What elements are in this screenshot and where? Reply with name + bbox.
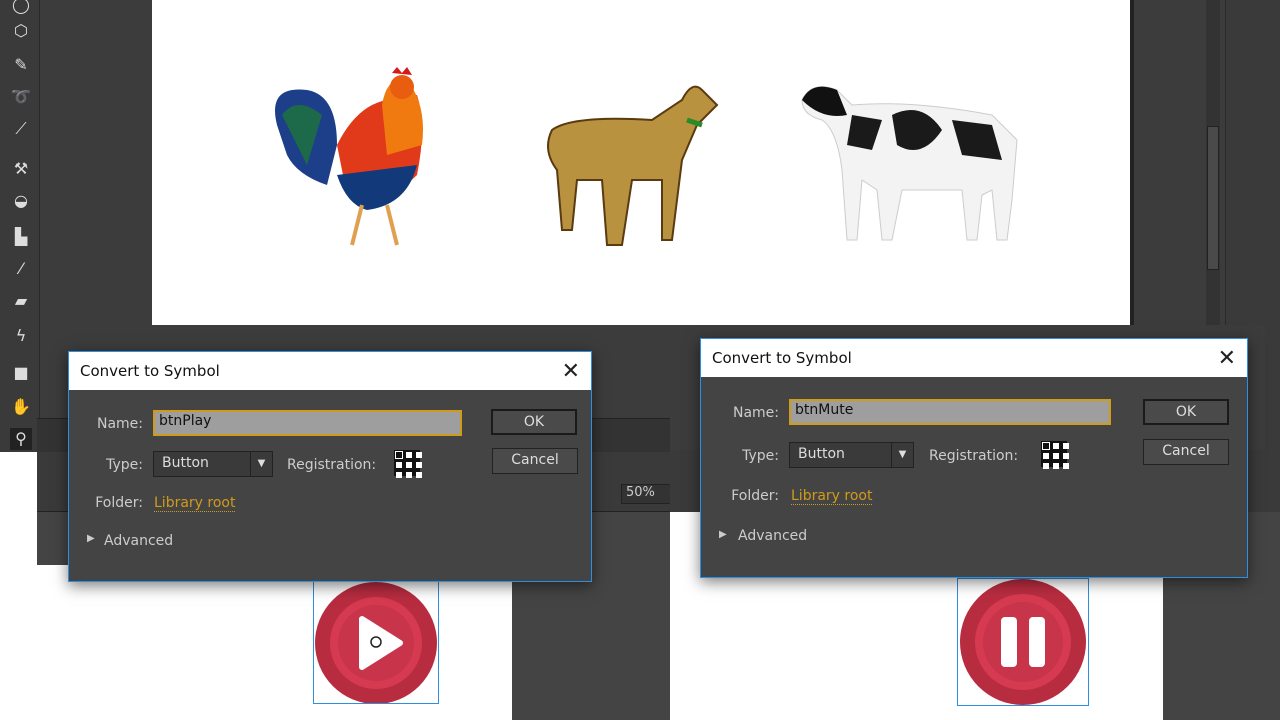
name-label: Name:: [96, 416, 143, 432]
close-icon[interactable]: ✕: [562, 359, 580, 384]
dialog-title: Convert to Symbol: [80, 362, 220, 380]
eraser-icon[interactable]: ▰: [10, 290, 32, 312]
rooster-image: [275, 67, 423, 246]
eyedropper-icon[interactable]: ⁄: [10, 258, 32, 280]
registration-grid[interactable]: [394, 450, 422, 478]
folder-label: Folder:: [731, 488, 779, 504]
bone-icon[interactable]: ⚒: [10, 158, 32, 180]
registration-label: Registration:: [929, 448, 1019, 464]
pause-icon: [960, 579, 1086, 705]
brush-icon[interactable]: ⟋: [10, 118, 32, 140]
zoom-icon[interactable]: ⚲: [10, 428, 32, 450]
type-select[interactable]: Button ▼: [153, 451, 273, 477]
advanced-toggle[interactable]: Advanced: [104, 533, 173, 549]
expand-triangle-icon[interactable]: ▶: [719, 529, 727, 540]
chevron-down-icon: ▼: [250, 452, 272, 476]
cancel-button[interactable]: Cancel: [1143, 439, 1229, 465]
convert-to-symbol-dialog-1: Convert to Symbol ✕ Name: btnPlay Type: …: [68, 351, 592, 582]
ok-button[interactable]: OK: [491, 409, 577, 435]
type-value: Button: [798, 446, 845, 462]
dialog-title-bar: Convert to Symbol ✕: [701, 339, 1247, 377]
advanced-toggle[interactable]: Advanced: [738, 528, 807, 544]
stage-artwork: [275, 67, 1018, 246]
name-input[interactable]: btnMute: [789, 399, 1111, 425]
name-input[interactable]: btnPlay: [153, 410, 462, 436]
type-label: Type:: [106, 457, 143, 473]
chevron-down-icon: ▼: [891, 443, 913, 467]
zoom-field[interactable]: 50%: [621, 484, 671, 504]
type-value: Button: [162, 455, 209, 471]
paint-bucket-icon[interactable]: ◒: [10, 190, 32, 212]
scrollbar-thumb[interactable]: [1207, 126, 1219, 270]
cow-image: [801, 86, 1018, 241]
pencil-icon[interactable]: ✎: [10, 54, 32, 76]
registration-grid[interactable]: [1041, 441, 1069, 469]
polystar-icon[interactable]: ⬡: [10, 20, 32, 42]
vertical-scrollbar[interactable]: [1206, 0, 1220, 325]
ink-bottle-icon[interactable]: ▙: [10, 226, 32, 248]
type-label: Type:: [742, 448, 779, 464]
pasteboard-right: [512, 565, 670, 720]
folder-link[interactable]: Library root: [791, 488, 873, 505]
convert-to-symbol-dialog-2: Convert to Symbol ✕ Name: btnMute Type: …: [700, 338, 1248, 578]
folder-label: Folder:: [95, 495, 143, 511]
hand-icon[interactable]: ✋: [10, 396, 32, 418]
play-button-symbol[interactable]: [313, 580, 439, 704]
mute-button-symbol[interactable]: [957, 578, 1089, 706]
ok-button[interactable]: OK: [1143, 399, 1229, 425]
dialog-title: Convert to Symbol: [712, 349, 852, 367]
type-select[interactable]: Button ▼: [789, 442, 914, 468]
play-icon: [315, 582, 437, 704]
goat-image: [547, 85, 719, 246]
stage-edge: [1130, 0, 1134, 325]
width-icon[interactable]: ϟ: [10, 325, 32, 347]
registration-label: Registration:: [287, 457, 377, 473]
camera-icon[interactable]: ■: [10, 362, 32, 384]
oval-icon[interactable]: ◯: [10, 0, 32, 16]
stage[interactable]: [152, 0, 1130, 325]
name-label: Name:: [732, 405, 779, 421]
close-icon[interactable]: ✕: [1218, 346, 1236, 371]
tools-panel: ◯ ⬡ ✎ ➰ ⟋ ⚒ ◒ ▙ ⁄ ▰ ϟ ■ ✋ ⚲: [0, 0, 40, 452]
folder-link[interactable]: Library root: [154, 495, 236, 512]
expand-triangle-icon[interactable]: ▶: [87, 533, 95, 544]
dialog-title-bar: Convert to Symbol ✕: [69, 352, 591, 390]
lasso-icon[interactable]: ➰: [10, 86, 32, 108]
cancel-button[interactable]: Cancel: [492, 448, 578, 474]
